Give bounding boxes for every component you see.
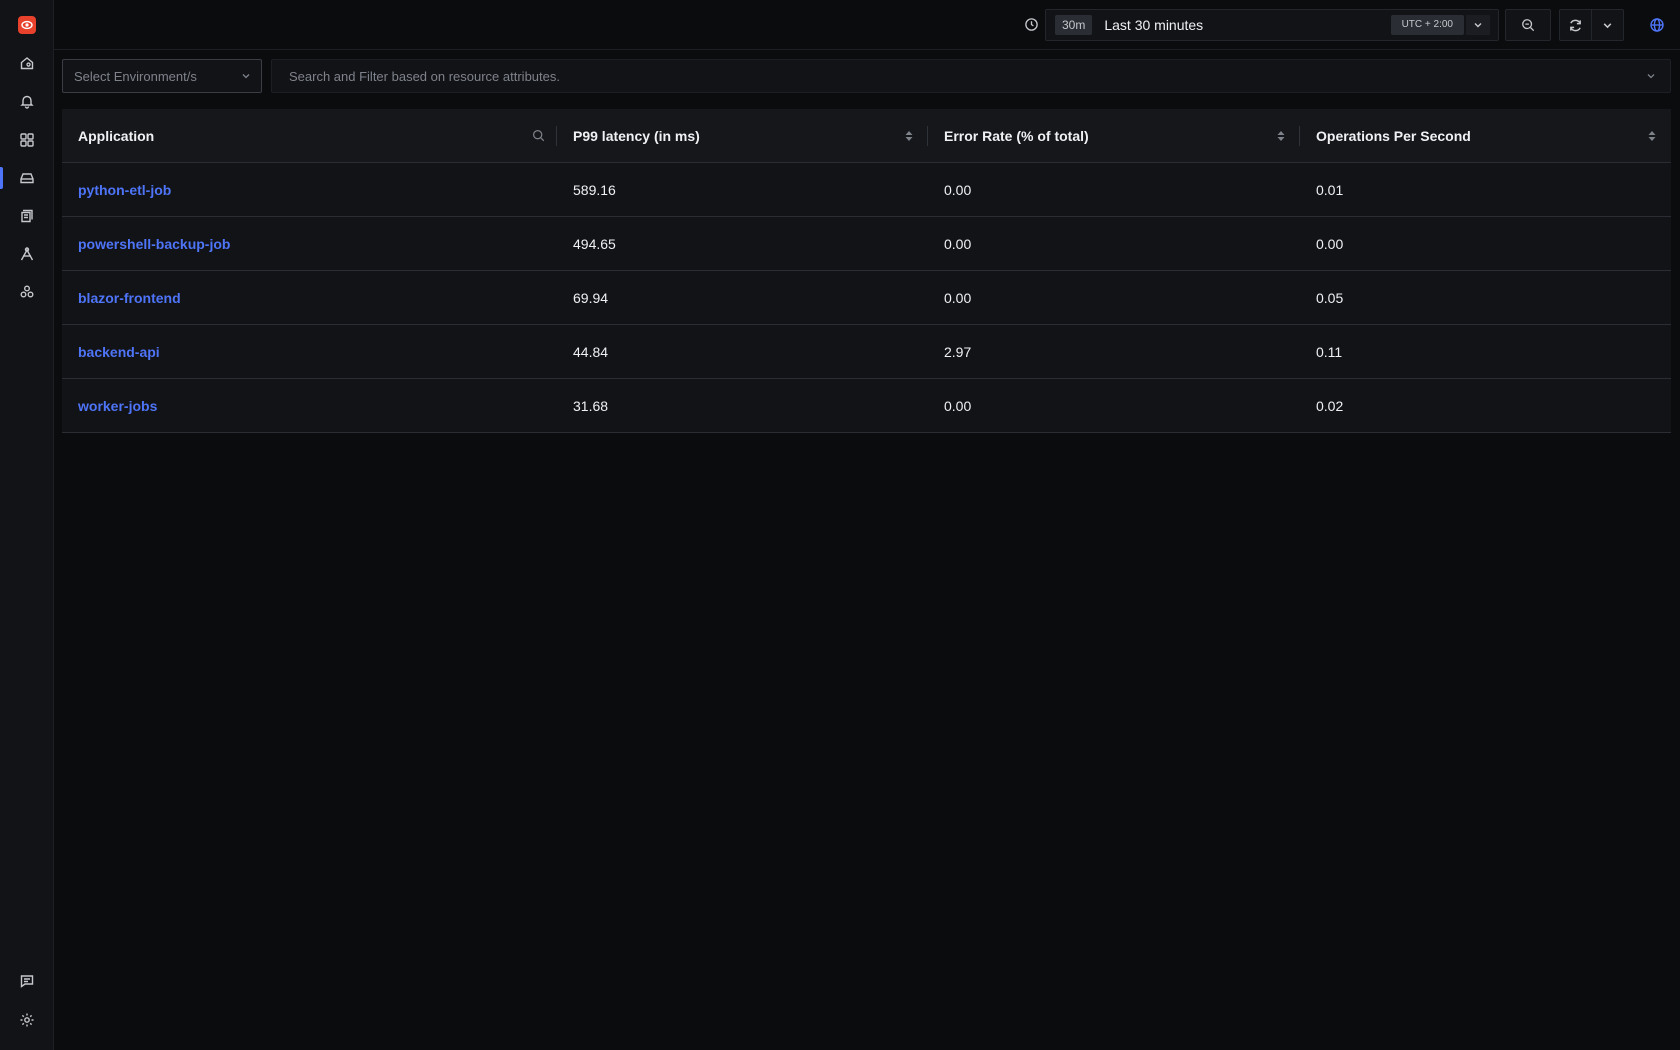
sidebar-item-settings[interactable] [0,1003,54,1037]
refresh-options-button[interactable] [1591,10,1623,40]
error-rate-cell: 0.00 [944,181,972,198]
time-range-picker[interactable]: 30m Last 30 minutes UTC + 2:00 [1045,9,1499,41]
p99-latency-cell: 589.16 [573,181,616,198]
refresh-button[interactable] [1560,10,1591,40]
table-row[interactable]: backend-api 44.84 2.97 0.11 [62,325,1671,379]
application-link[interactable]: backend-api [62,344,557,360]
chevron-down-icon [1647,74,1655,79]
application-link[interactable]: powershell-backup-job [62,236,557,252]
search-icon[interactable] [531,129,545,143]
table-row[interactable]: powershell-backup-job 494.65 0.00 0.00 [62,217,1671,271]
sidebar-item-logs[interactable] [0,199,54,233]
table-row[interactable]: blazor-frontend 69.94 0.00 0.05 [62,271,1671,325]
time-range-chip: 30m [1055,15,1093,35]
sidebar [0,0,54,1050]
column-header-ops-per-second[interactable]: Operations Per Second [1300,109,1671,163]
chevron-down-icon [1603,22,1612,28]
sort-icon[interactable] [1645,129,1659,143]
integrations-icon [20,285,34,298]
zoom-out-icon [1522,19,1535,32]
sidebar-item-home[interactable] [0,46,54,80]
time-range-label: Last 30 minutes [1104,17,1204,33]
alerts-icon [20,95,34,109]
environment-select[interactable]: Select Environment/s [62,59,262,93]
feedback-icon [20,975,34,988]
sort-icon[interactable] [902,129,916,143]
sidebar-item-integrations[interactable] [0,275,54,309]
application-link[interactable]: worker-jobs [62,398,557,414]
ops-per-second-cell: 0.00 [1316,235,1344,252]
settings-icon [20,1013,34,1027]
error-rate-cell: 0.00 [944,235,972,252]
clock-icon [1025,18,1038,31]
p99-latency-cell: 44.84 [573,343,609,360]
ops-per-second-cell: 0.05 [1316,289,1344,306]
sidebar-item-alerts[interactable] [0,84,54,118]
p99-latency-cell: 494.65 [573,235,616,252]
refresh-group [1559,9,1624,41]
error-rate-cell: 2.97 [944,343,972,360]
error-rate-cell: 0.00 [944,397,972,414]
sidebar-item-traces[interactable] [0,237,54,271]
table-row[interactable]: worker-jobs 31.68 0.00 0.02 [62,379,1671,433]
dashboards-icon [20,133,34,147]
timezone-chip[interactable]: UTC + 2:00 [1390,15,1464,35]
sort-icon[interactable] [1274,129,1288,143]
column-header-application[interactable]: Application [62,109,557,163]
chevron-down-icon [242,74,250,79]
ops-per-second-cell: 0.11 [1316,343,1343,360]
environment-select-placeholder: Select Environment/s [74,68,197,84]
services-icon [20,173,34,184]
column-header-error-rate[interactable]: Error Rate (% of total) [928,109,1300,163]
traces-icon [20,247,34,261]
zoom-out-button[interactable] [1505,9,1551,41]
chevron-down-icon[interactable] [1466,15,1490,35]
refresh-icon [1570,19,1582,31]
ops-per-second-cell: 0.02 [1316,397,1344,414]
topbar: 30m Last 30 minutes UTC + 2:00 [54,0,1680,50]
p99-latency-cell: 69.94 [573,289,609,306]
search-input-placeholder: Search and Filter based on resource attr… [289,68,560,84]
sidebar-item-services[interactable] [0,161,54,195]
column-header-p99-latency[interactable]: P99 latency (in ms) [557,109,928,163]
application-link[interactable]: blazor-frontend [62,290,557,306]
globe-icon[interactable] [1649,17,1665,33]
services-table: Application P99 latency (in ms) Error Ra… [62,109,1671,433]
home-icon [20,57,34,70]
table-row[interactable]: python-etl-job 589.16 0.00 0.01 [62,163,1671,217]
application-link[interactable]: python-etl-job [62,182,557,198]
sidebar-item-feedback[interactable] [0,964,54,998]
resource-attribute-search[interactable]: Search and Filter based on resource attr… [271,59,1671,93]
error-rate-cell: 0.00 [944,289,972,306]
p99-latency-cell: 31.68 [573,397,609,414]
ops-per-second-cell: 0.01 [1316,181,1344,198]
logs-icon [21,209,33,223]
sidebar-item-dashboards[interactable] [0,123,54,157]
logo-icon[interactable] [18,16,36,34]
table-header: Application P99 latency (in ms) Error Ra… [62,109,1671,163]
